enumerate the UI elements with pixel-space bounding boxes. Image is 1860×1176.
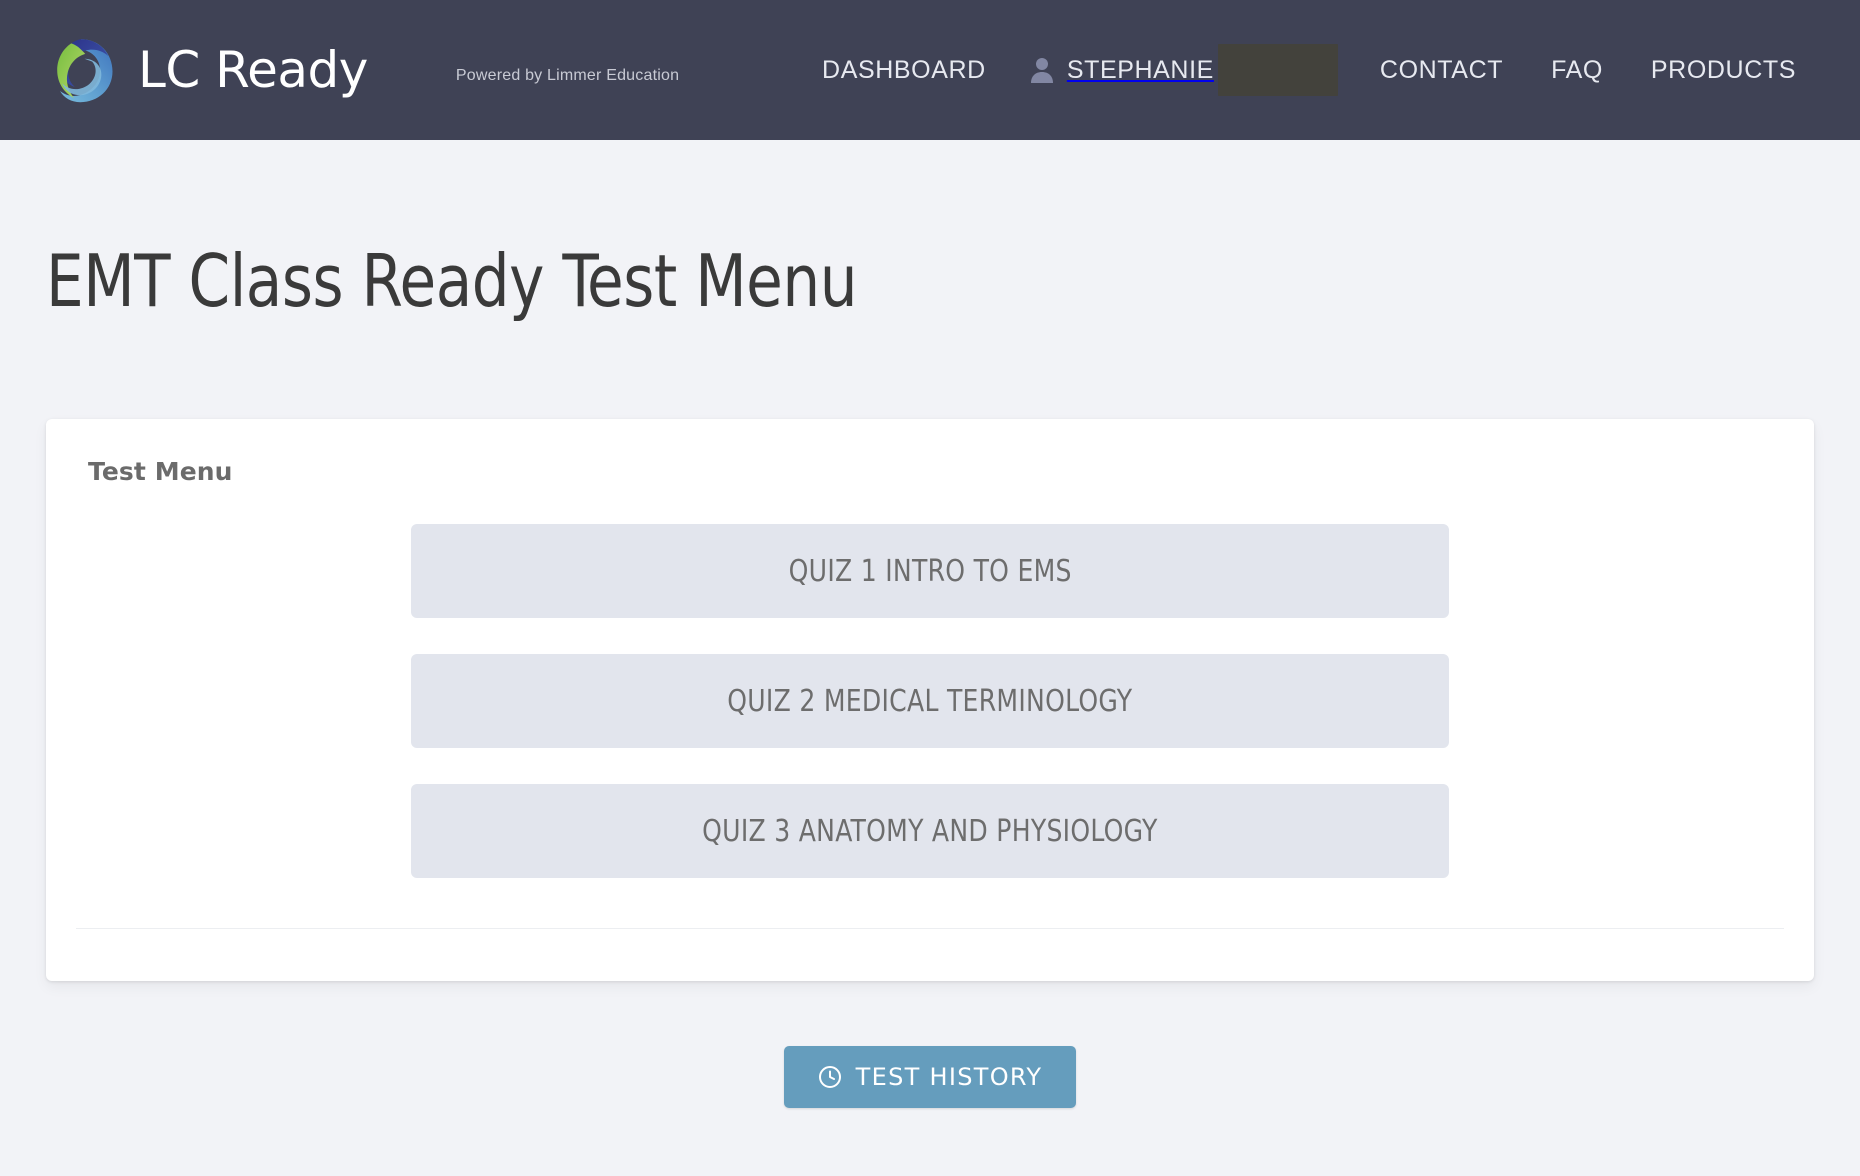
brand-logo-link[interactable]: LC Ready (46, 35, 368, 105)
quiz-button-list: QUIZ 1 INTRO TO EMS QUIZ 2 MEDICAL TERMI… (76, 524, 1784, 878)
page-title: EMT Class Ready Test Menu (46, 239, 858, 323)
footer-actions: TEST HISTORY (46, 1046, 1814, 1108)
card-divider (76, 928, 1784, 929)
nav-user-account[interactable]: STEPHANIE (1010, 44, 1356, 96)
brand-text-block: LC Ready (138, 45, 368, 95)
quiz-button-3[interactable]: QUIZ 3 ANATOMY AND PHYSIOLOGY (411, 784, 1449, 878)
quiz-button-2-label: QUIZ 2 MEDICAL TERMINOLOGY (727, 683, 1133, 719)
user-icon (1030, 57, 1054, 83)
card-heading: Test Menu (88, 457, 233, 486)
nav-link-contact[interactable]: CONTACT (1356, 56, 1527, 85)
brand-name: LC Ready (138, 41, 368, 99)
page-content: EMT Class Ready Test Menu Test Menu QUIZ… (0, 140, 1860, 1108)
quiz-button-2[interactable]: QUIZ 2 MEDICAL TERMINOLOGY (411, 654, 1449, 748)
nav-link-products[interactable]: PRODUCTS (1627, 56, 1820, 85)
test-menu-card: Test Menu QUIZ 1 INTRO TO EMS QUIZ 2 MED… (46, 419, 1814, 981)
quiz-button-3-label: QUIZ 3 ANATOMY AND PHYSIOLOGY (702, 813, 1158, 849)
redacted-user-lastname (1217, 44, 1338, 96)
nav-link-dashboard[interactable]: DASHBOARD (798, 56, 1010, 85)
test-history-button-label: TEST HISTORY (855, 1063, 1043, 1091)
primary-nav: DASHBOARD STEPHANIE CONTACT FAQ PRODUCTS (798, 44, 1820, 96)
test-history-button[interactable]: TEST HISTORY (783, 1046, 1077, 1108)
clock-icon (818, 1065, 842, 1089)
quiz-button-1[interactable]: QUIZ 1 INTRO TO EMS (411, 524, 1449, 618)
quiz-button-1-label: QUIZ 1 INTRO TO EMS (788, 553, 1072, 589)
lcready-swirl-logo-icon (46, 35, 116, 105)
top-navigation-bar: LC Ready Powered by Limmer Education DAS… (0, 0, 1860, 140)
user-name: STEPHANIE (1066, 55, 1214, 84)
nav-link-faq[interactable]: FAQ (1527, 56, 1627, 85)
brand-tagline: Powered by Limmer Education (455, 67, 680, 84)
